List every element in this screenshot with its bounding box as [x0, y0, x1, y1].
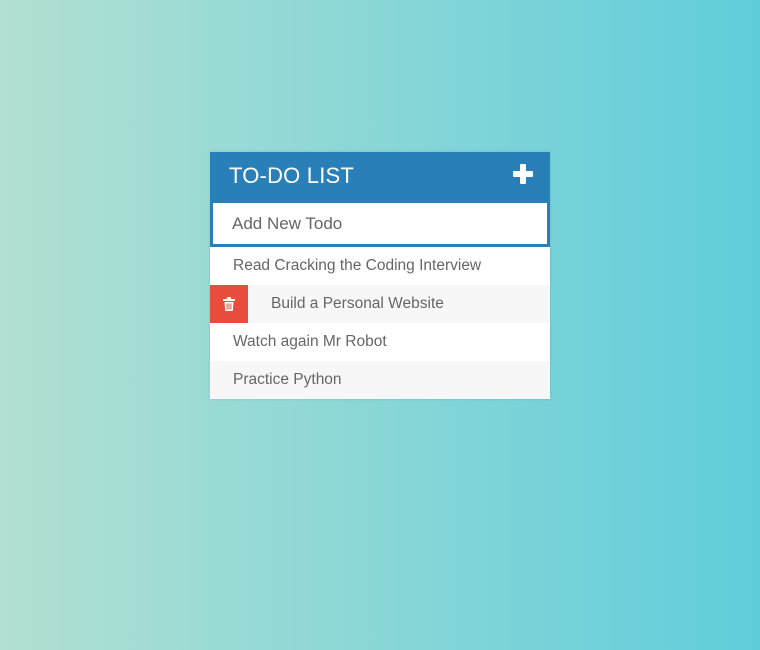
- delete-button[interactable]: [210, 285, 248, 323]
- new-todo-field: [210, 200, 550, 247]
- new-todo-input[interactable]: [213, 203, 547, 244]
- todo-header: TO-DO LIST: [210, 152, 550, 200]
- todo-item[interactable]: Watch again Mr Robot: [210, 323, 550, 361]
- app-title: TO-DO LIST: [229, 163, 355, 188]
- todo-text: Read Cracking the Coding Interview: [233, 257, 482, 274]
- todo-item[interactable]: Build a Personal Website: [210, 285, 550, 323]
- todo-app: TO-DO LIST Read Cracking the Coding Inte…: [210, 152, 550, 399]
- todo-list: Read Cracking the Coding Interview Build…: [210, 247, 550, 399]
- trash-icon: [223, 297, 235, 311]
- todo-text: Watch again Mr Robot: [233, 333, 387, 350]
- todo-item[interactable]: Read Cracking the Coding Interview: [210, 247, 550, 285]
- todo-text: Build a Personal Website: [271, 295, 444, 312]
- todo-item[interactable]: Practice Python: [210, 361, 550, 399]
- plus-icon[interactable]: [513, 164, 533, 184]
- todo-text: Practice Python: [233, 371, 342, 388]
